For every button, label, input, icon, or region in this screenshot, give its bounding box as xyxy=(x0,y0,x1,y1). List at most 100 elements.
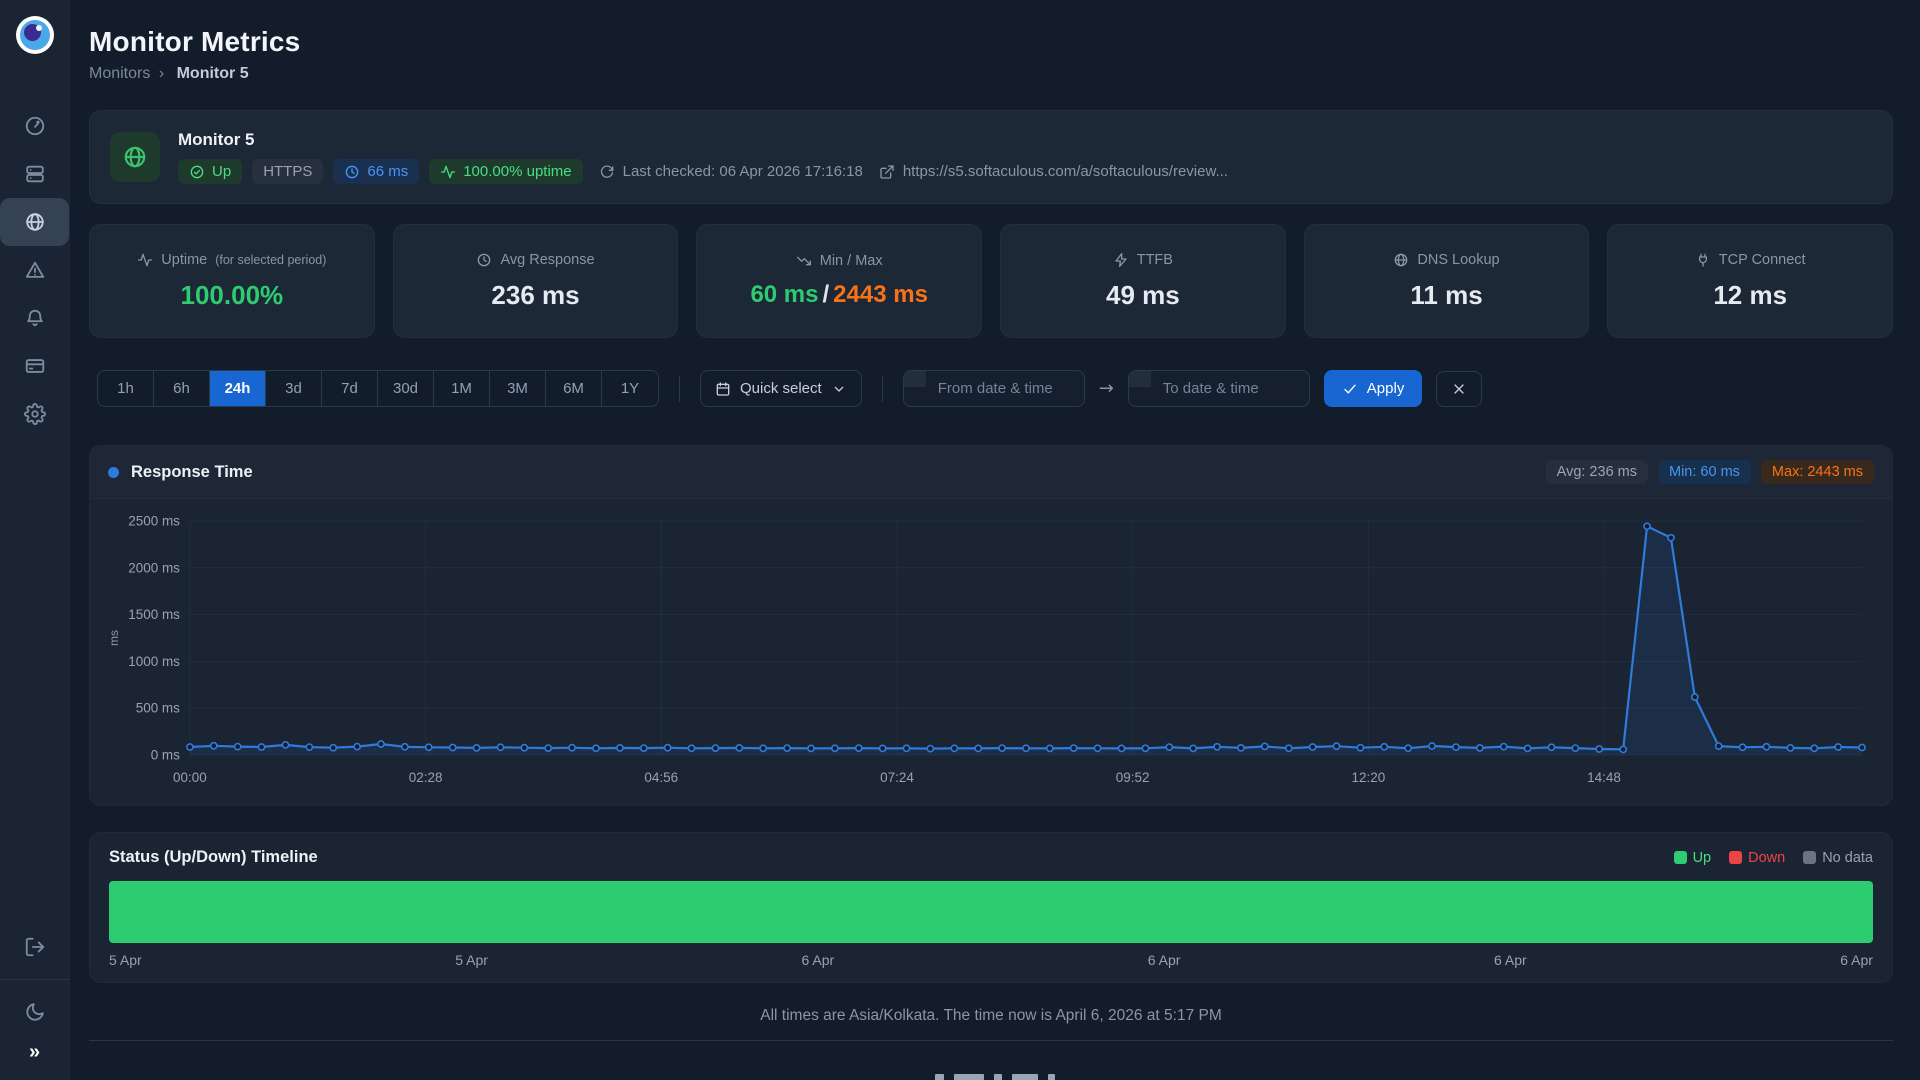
sidebar-item-monitors[interactable] xyxy=(0,198,69,246)
filter-divider xyxy=(679,376,680,402)
gauge-icon xyxy=(24,115,46,137)
uptime-timeline-bar[interactable] xyxy=(109,881,1873,943)
response-stat-badges: Avg: 236 ms Min: 60 ms Max: 2443 ms xyxy=(1546,460,1874,484)
apply-button[interactable]: Apply xyxy=(1324,370,1423,407)
timeline-segment-up[interactable] xyxy=(109,881,1873,943)
range-button-1h[interactable]: 1h xyxy=(98,371,154,406)
response-time-panel: Response Time Avg: 236 ms Min: 60 ms Max… xyxy=(89,445,1893,806)
sidebar-bottom: » xyxy=(0,925,69,1062)
response-time-header: Response Time Avg: 236 ms Min: 60 ms Max… xyxy=(90,446,1892,499)
series-dot-icon xyxy=(108,467,119,478)
range-button-6m[interactable]: 6M xyxy=(546,371,602,406)
to-date-field xyxy=(1128,370,1310,407)
dark-mode-toggle[interactable] xyxy=(0,990,69,1034)
quick-select-button[interactable]: Quick select xyxy=(700,370,862,407)
range-button-6h[interactable]: 6h xyxy=(154,371,210,406)
credit-card-icon xyxy=(24,355,46,377)
range-button-30d[interactable]: 30d xyxy=(378,371,434,406)
range-button-3d[interactable]: 3d xyxy=(266,371,322,406)
to-date-input[interactable] xyxy=(1151,371,1309,406)
stat-card-min-max: Min / Max 60 ms/2443 ms xyxy=(696,224,982,338)
external-link-icon xyxy=(879,164,895,180)
sidebar-item-settings[interactable] xyxy=(0,390,69,438)
svg-text:04:56: 04:56 xyxy=(644,770,678,785)
range-button-1m[interactable]: 1M xyxy=(434,371,490,406)
last-checked: Last checked: 06 Apr 2026 17:16:18 xyxy=(599,163,863,180)
logout-button[interactable] xyxy=(0,925,69,969)
stat-cards: Uptime(for selected period) 100.00% Avg … xyxy=(89,224,1893,338)
check-icon xyxy=(1342,381,1358,397)
range-button-1y[interactable]: 1Y xyxy=(602,371,658,406)
breadcrumb-separator: › xyxy=(159,65,164,82)
stat-card-tcp-connect: TCP Connect 12 ms xyxy=(1607,224,1893,338)
sidebar: » xyxy=(0,0,70,1080)
monitor-name: Monitor 5 xyxy=(178,130,1228,150)
timeline-date-label: 5 Apr xyxy=(109,952,142,968)
from-date-field xyxy=(903,370,1085,407)
logo-glint xyxy=(36,25,42,31)
activity-icon xyxy=(440,164,456,180)
legend-item-no-data: No data xyxy=(1803,850,1873,866)
svg-text:2500 ms: 2500 ms xyxy=(128,513,180,528)
breadcrumb-monitors[interactable]: Monitors xyxy=(89,65,150,82)
legend-swatch xyxy=(1803,851,1816,864)
svg-text:07:24: 07:24 xyxy=(880,770,914,785)
timeline-date-label: 6 Apr xyxy=(1494,952,1527,968)
sidebar-nav xyxy=(0,102,69,438)
refresh-icon xyxy=(599,164,615,180)
globe-icon xyxy=(122,144,148,170)
svg-text:12:20: 12:20 xyxy=(1352,770,1386,785)
from-date-input[interactable] xyxy=(926,371,1084,406)
svg-text:0 ms: 0 ms xyxy=(151,747,180,762)
response-time-badge: 66 ms xyxy=(333,159,419,184)
clear-filter-button[interactable] xyxy=(1436,371,1482,407)
sidebar-item-alerts[interactable] xyxy=(0,246,69,294)
range-button-3m[interactable]: 3M xyxy=(490,371,546,406)
timeline-date-label: 5 Apr xyxy=(455,952,488,968)
status-timeline-panel: Status (Up/Down) Timeline UpDownNo data … xyxy=(89,832,1893,983)
stat-value-uptime: 100.00% xyxy=(181,280,284,311)
stat-value-tcp-connect: 12 ms xyxy=(1713,280,1787,311)
legend-swatch xyxy=(1674,851,1687,864)
sidebar-divider xyxy=(0,979,69,980)
sidebar-item-servers[interactable] xyxy=(0,150,69,198)
sidebar-item-notifications[interactable] xyxy=(0,294,69,342)
timeline-date-labels: 5 Apr5 Apr6 Apr6 Apr6 Apr6 Apr xyxy=(109,952,1873,968)
arrow-right-icon: → xyxy=(1099,378,1114,399)
brand-logo[interactable] xyxy=(16,16,54,54)
timeline-legend: UpDownNo data xyxy=(1674,850,1873,866)
svg-text:00:00: 00:00 xyxy=(173,770,207,785)
stat-card-avg-response: Avg Response 236 ms xyxy=(393,224,679,338)
svg-text:ms: ms xyxy=(107,630,121,646)
filter-bar: 1h6h24h3d7d30d1M3M6M1Y Quick select → Ap… xyxy=(97,370,1893,407)
plug-icon xyxy=(1695,252,1711,268)
timezone-footer: All times are Asia/Kolkata. The time now… xyxy=(89,1007,1893,1041)
timeline-date-label: 6 Apr xyxy=(802,952,835,968)
svg-text:1500 ms: 1500 ms xyxy=(128,607,180,622)
sidebar-expand-button[interactable]: » xyxy=(29,1042,40,1062)
sidebar-item-dashboard[interactable] xyxy=(0,102,69,150)
zap-icon xyxy=(1113,252,1129,268)
svg-text:500 ms: 500 ms xyxy=(136,701,180,716)
chevron-down-icon xyxy=(831,381,847,397)
activity-icon xyxy=(137,252,153,268)
response-time-title: Response Time xyxy=(131,463,253,482)
sidebar-item-billing[interactable] xyxy=(0,342,69,390)
svg-text:09:52: 09:52 xyxy=(1116,770,1150,785)
min-badge: Min: 60 ms xyxy=(1658,460,1751,484)
chart-area: 0 ms500 ms1000 ms1500 ms2000 ms2500 ms00… xyxy=(90,499,1892,805)
range-button-24h[interactable]: 24h xyxy=(210,371,266,406)
monitor-url[interactable]: https://s5.softaculous.com/a/softaculous… xyxy=(879,163,1228,180)
legend-swatch xyxy=(1729,851,1742,864)
range-button-7d[interactable]: 7d xyxy=(322,371,378,406)
svg-text:2000 ms: 2000 ms xyxy=(128,560,180,575)
calendar-icon xyxy=(1129,371,1151,387)
monitor-badges: Up HTTPS 66 ms 100.00% uptime Last check… xyxy=(178,159,1228,184)
time-range-selector: 1h6h24h3d7d30d1M3M6M1Y xyxy=(97,370,659,407)
calendar-icon xyxy=(904,371,926,387)
app-window: » Monitor Metrics Monitors › Monitor 5 M… xyxy=(0,0,1920,1080)
check-circle-icon xyxy=(189,164,205,180)
monitor-type-tile xyxy=(110,132,160,182)
stat-value-dns-lookup: 11 ms xyxy=(1410,280,1482,311)
response-chart[interactable]: 0 ms500 ms1000 ms1500 ms2000 ms2500 ms00… xyxy=(104,507,1878,799)
